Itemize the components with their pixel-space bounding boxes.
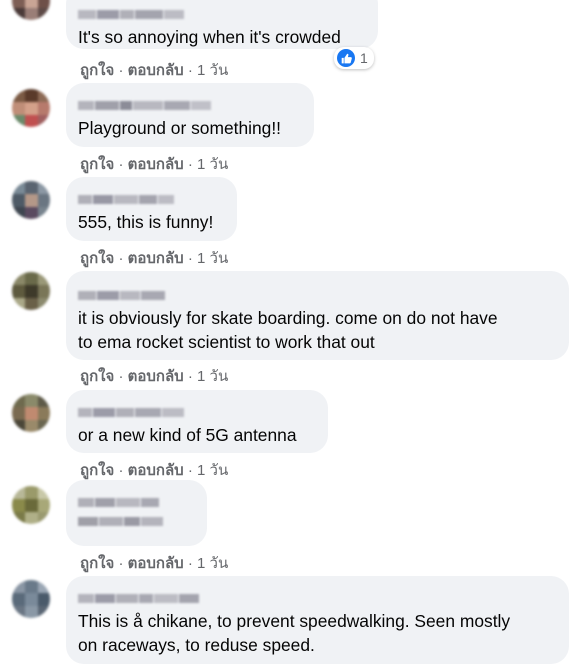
timestamp[interactable]: 1 วัน [197, 156, 228, 173]
separator: · [118, 62, 124, 79]
separator: · [187, 462, 193, 479]
avatar[interactable] [12, 580, 50, 618]
like-link[interactable]: ถูกใจ [80, 156, 114, 173]
reply-link[interactable]: ตอบกลับ [128, 555, 184, 572]
commenter-name-blurred[interactable] [78, 404, 316, 417]
separator: · [118, 555, 124, 572]
comment-actions: ถูกใจ · ตอบกลับ · 1 วัน [80, 364, 228, 388]
avatar[interactable] [12, 89, 50, 127]
separator: · [118, 250, 124, 267]
separator: · [187, 62, 193, 79]
reply-link[interactable]: ตอบกลับ [128, 250, 184, 267]
comment-actions: ถูกใจ · ตอบกลับ · 1 วัน [80, 246, 228, 270]
avatar[interactable] [12, 0, 50, 20]
comment-text-line: This is å chikane, to prevent speedwalki… [78, 611, 511, 631]
comment-bubble: It's so annoying when it's crowded [66, 0, 378, 49]
comment-bubble [66, 480, 207, 546]
timestamp[interactable]: 1 วัน [197, 555, 228, 572]
timestamp[interactable]: 1 วัน [197, 250, 228, 267]
commenter-name-blurred[interactable] [78, 287, 557, 300]
commenter-name-blurred[interactable] [78, 590, 557, 603]
like-link[interactable]: ถูกใจ [80, 368, 114, 385]
like-link[interactable]: ถูกใจ [80, 555, 114, 572]
comment-text: It's so annoying when it's crowded [78, 27, 341, 47]
comment-bubble: Playground or something!! [66, 83, 314, 147]
like-link[interactable]: ถูกใจ [80, 250, 114, 267]
like-link[interactable]: ถูกใจ [80, 462, 114, 479]
comment-text-blurred [78, 513, 195, 526]
separator: · [118, 368, 124, 385]
comment-bubble: This is å chikane, to prevent speedwalki… [66, 576, 569, 664]
timestamp[interactable]: 1 วัน [197, 368, 228, 385]
separator: · [187, 156, 193, 173]
comment-actions: ถูกใจ · ตอบกลับ · 1 วัน [80, 152, 228, 176]
reaction-count[interactable]: 1 [334, 47, 374, 69]
avatar[interactable] [12, 394, 50, 432]
comment-text: 555, this is funny! [78, 212, 214, 232]
separator: · [187, 368, 193, 385]
comment-bubble: or a new kind of 5G antenna [66, 390, 328, 453]
reply-link[interactable]: ตอบกลับ [128, 156, 184, 173]
separator: · [187, 250, 193, 267]
avatar[interactable] [12, 272, 50, 310]
reaction-number: 1 [360, 50, 368, 66]
commenter-name-blurred[interactable] [78, 97, 302, 110]
comment-actions: ถูกใจ · ตอบกลับ · 1 วัน [80, 58, 228, 82]
reply-link[interactable]: ตอบกลับ [128, 368, 184, 385]
separator: · [118, 462, 124, 479]
separator: · [187, 555, 193, 572]
like-link[interactable]: ถูกใจ [80, 62, 114, 79]
comment-actions: ถูกใจ · ตอบกลับ · 1 วัน [80, 551, 228, 575]
thumbs-up-icon [337, 49, 355, 67]
avatar[interactable] [12, 486, 50, 524]
commenter-name-blurred[interactable] [78, 6, 366, 19]
commenter-name-blurred[interactable] [78, 494, 195, 507]
comment-text-line: on raceways, to reduse speed. [78, 635, 315, 655]
commenter-name-blurred[interactable] [78, 191, 225, 204]
comment-text-line: to ema rocket scientist to work that out [78, 332, 375, 352]
reply-link[interactable]: ตอบกลับ [128, 462, 184, 479]
comment-actions: ถูกใจ · ตอบกลับ · 1 วัน [80, 458, 228, 482]
comment-bubble: it is obviously for skate boarding. come… [66, 271, 569, 360]
comment-text: or a new kind of 5G antenna [78, 425, 297, 445]
timestamp[interactable]: 1 วัน [197, 462, 228, 479]
comment-text: it is obviously for skate boarding. come… [78, 306, 557, 354]
comment-text: This is å chikane, to prevent speedwalki… [78, 609, 557, 657]
avatar[interactable] [12, 181, 50, 219]
timestamp[interactable]: 1 วัน [197, 62, 228, 79]
reply-link[interactable]: ตอบกลับ [128, 62, 184, 79]
comment-text: Playground or something!! [78, 118, 282, 138]
comment-text-line: it is obviously for skate boarding. come… [78, 308, 498, 328]
comment-bubble: 555, this is funny! [66, 177, 237, 241]
separator: · [118, 156, 124, 173]
